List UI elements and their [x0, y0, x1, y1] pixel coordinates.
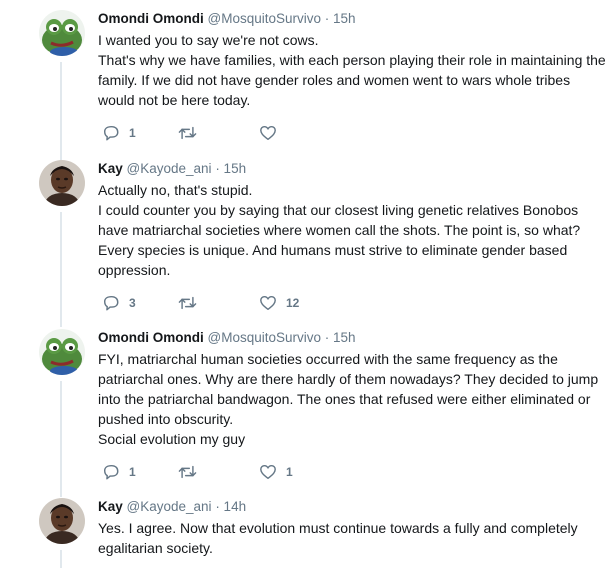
heart-icon: [259, 124, 277, 142]
like-button[interactable]: [259, 123, 277, 143]
like-count: 12: [286, 296, 300, 310]
heart-icon: [259, 463, 277, 481]
retweet-icon: [177, 124, 198, 142]
thread-line: [60, 381, 62, 497]
author-handle[interactable]: @Kayode_ani: [127, 161, 212, 176]
thread-line: [60, 62, 62, 162]
reply-count: 1: [129, 465, 136, 479]
author-name[interactable]: Kay: [98, 499, 123, 514]
avatar[interactable]: [39, 10, 85, 56]
tweet-line: Social evolution my guy: [98, 431, 246, 447]
tweet[interactable]: Kay @Kayode_ani · 14h Yes. I agree. Now …: [0, 498, 616, 568]
thread-line: [60, 550, 62, 568]
retweet-icon: [177, 463, 198, 481]
reply-icon: [102, 294, 120, 312]
author-handle[interactable]: @MosquitoSurvivo: [208, 11, 322, 26]
heart-icon: [259, 294, 277, 312]
avatar[interactable]: [39, 160, 85, 206]
reply-icon: [102, 124, 120, 142]
author-name[interactable]: Omondi Omondi: [98, 330, 204, 345]
tweet-content: Kay @Kayode_ani · 15h Actually no, that'…: [98, 160, 610, 280]
author-name[interactable]: Kay: [98, 161, 123, 176]
thread-line: [60, 212, 62, 327]
tweet-header: Kay @Kayode_ani · 15h: [98, 160, 610, 178]
tweet-text: Yes. I agree. Now that evolution must co…: [98, 518, 610, 558]
author-handle[interactable]: @MosquitoSurvivo: [208, 330, 322, 345]
tweet-header: Kay @Kayode_ani · 14h: [98, 498, 610, 516]
tweet-time[interactable]: · 15h: [325, 330, 356, 345]
tweet-time[interactable]: · 14h: [215, 499, 246, 514]
avatar[interactable]: [39, 329, 85, 375]
tweet-time[interactable]: · 15h: [215, 161, 246, 176]
like-count: 1: [286, 465, 293, 479]
like-button[interactable]: 12: [259, 293, 299, 313]
retweet-button[interactable]: [177, 123, 198, 143]
reply-button[interactable]: 3: [102, 293, 136, 313]
tweet[interactable]: Omondi Omondi @MosquitoSurvivo · 15h FYI…: [0, 329, 616, 499]
retweet-button[interactable]: [177, 462, 198, 482]
person-avatar-icon: [39, 498, 85, 544]
author-handle[interactable]: @Kayode_ani: [127, 499, 212, 514]
avatar[interactable]: [39, 498, 85, 544]
tweet-line: Actually no, that's stupid.: [98, 182, 253, 198]
reply-count: 3: [129, 296, 136, 310]
like-button[interactable]: 1: [259, 462, 293, 482]
retweet-icon: [177, 294, 198, 312]
person-avatar-icon: [39, 160, 85, 206]
tweet-line: I wanted you to say we're not cows.: [98, 32, 319, 48]
tweet-line: That's why we have families, with each p…: [98, 52, 606, 108]
tweet-text: Actually no, that's stupid. I could coun…: [98, 180, 610, 280]
tweet-line: FYI, matriarchal human societies occurre…: [98, 351, 599, 427]
tweet-text: I wanted you to say we're not cows. That…: [98, 30, 610, 110]
reply-button[interactable]: 1: [102, 462, 136, 482]
tweet-line: Yes. I agree. Now that evolution must co…: [98, 520, 578, 556]
tweet-content: Omondi Omondi @MosquitoSurvivo · 15h FYI…: [98, 329, 610, 449]
reply-icon: [102, 463, 120, 481]
tweet-line: I could counter you by saying that our c…: [98, 202, 581, 278]
frog-avatar-icon: [39, 329, 85, 375]
frog-avatar-icon: [39, 10, 85, 56]
reply-count: 1: [129, 126, 136, 140]
reply-button[interactable]: 1: [102, 123, 136, 143]
tweet-time[interactable]: · 15h: [325, 11, 356, 26]
tweet-text: FYI, matriarchal human societies occurre…: [98, 349, 610, 449]
tweet-content: Omondi Omondi @MosquitoSurvivo · 15h I w…: [98, 10, 610, 110]
tweet-header: Omondi Omondi @MosquitoSurvivo · 15h: [98, 10, 610, 28]
tweet[interactable]: Omondi Omondi @MosquitoSurvivo · 15h I w…: [0, 10, 616, 162]
tweet-content: Kay @Kayode_ani · 14h Yes. I agree. Now …: [98, 498, 610, 558]
author-name[interactable]: Omondi Omondi: [98, 11, 204, 26]
tweet-header: Omondi Omondi @MosquitoSurvivo · 15h: [98, 329, 610, 347]
retweet-button[interactable]: [177, 293, 198, 313]
tweet[interactable]: Kay @Kayode_ani · 15h Actually no, that'…: [0, 160, 616, 330]
